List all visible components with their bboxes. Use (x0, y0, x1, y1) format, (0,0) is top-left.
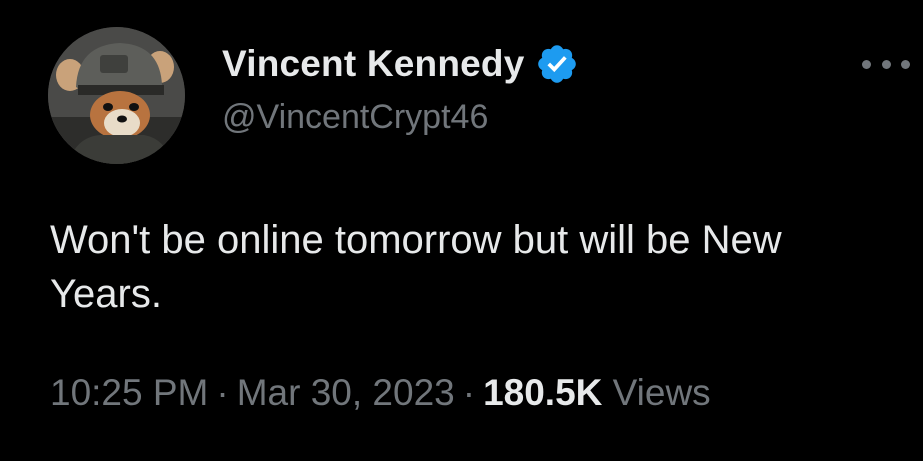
tweet-card: Vincent Kennedy @VincentCrypt46 Won't be… (0, 0, 923, 461)
user-handle[interactable]: @VincentCrypt46 (222, 98, 488, 137)
tweet-date[interactable]: Mar 30, 2023 (237, 372, 455, 413)
tweet-meta: 10:25 PM · Mar 30, 2023 · 180.5K Views (50, 372, 711, 414)
tweet-time[interactable]: 10:25 PM (50, 372, 208, 413)
views-label[interactable]: Views (613, 372, 711, 413)
meta-separator: · (462, 372, 476, 413)
more-dot (901, 59, 910, 69)
views-count[interactable]: 180.5K (483, 372, 602, 413)
meta-separator: · (216, 372, 229, 413)
more-options-icon[interactable] (862, 52, 910, 76)
more-dot (881, 59, 891, 69)
verified-badge-icon (535, 42, 579, 86)
avatar[interactable] (48, 27, 185, 164)
display-name[interactable]: Vincent Kennedy (222, 43, 525, 85)
name-row: Vincent Kennedy (222, 40, 579, 88)
more-dot (862, 59, 871, 69)
tweet-text: Won't be online tomorrow but will be New… (50, 218, 782, 316)
avatar-image (48, 27, 185, 164)
